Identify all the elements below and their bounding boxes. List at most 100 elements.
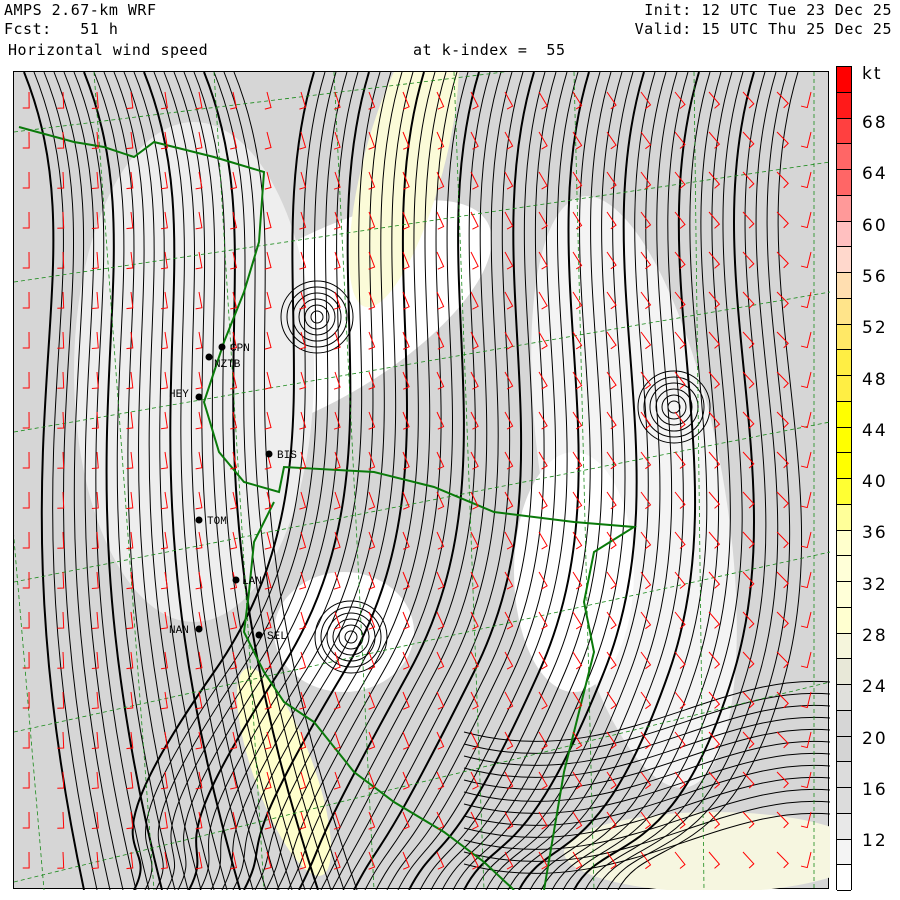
wind-barb bbox=[91, 771, 99, 789]
wind-barb bbox=[470, 331, 479, 350]
colorbar-bin bbox=[837, 221, 851, 248]
wind-barb bbox=[126, 611, 134, 630]
wind-barb bbox=[436, 811, 445, 830]
wind-barb bbox=[57, 851, 65, 869]
colorbar-label: 20 bbox=[862, 728, 888, 749]
wind-barb bbox=[57, 611, 65, 629]
colorbar-bin bbox=[837, 736, 851, 763]
wind-barb bbox=[436, 611, 445, 630]
colorbar-bin bbox=[837, 685, 851, 711]
wind-barb bbox=[57, 691, 65, 709]
wind-barb bbox=[436, 331, 445, 350]
wind-barb bbox=[742, 491, 755, 509]
wind-barb bbox=[91, 571, 99, 589]
wind-barb bbox=[57, 811, 65, 829]
wind-barb bbox=[402, 851, 410, 870]
wind-barb bbox=[776, 731, 789, 749]
wind-barb bbox=[22, 851, 30, 869]
wind-barb bbox=[674, 291, 686, 309]
wind-barb bbox=[800, 571, 812, 589]
wind-barb bbox=[22, 131, 30, 149]
wind-barb bbox=[538, 691, 548, 710]
wind-barb bbox=[800, 171, 812, 189]
wind-barb bbox=[299, 171, 307, 190]
wind-barb bbox=[470, 531, 479, 550]
wind-barb bbox=[800, 371, 812, 389]
station-sel[interactable]: SEL bbox=[255, 631, 287, 643]
colorbar-label: 32 bbox=[862, 574, 888, 595]
colorbar-bin bbox=[837, 170, 851, 196]
wind-barb bbox=[57, 531, 65, 549]
wind-barb bbox=[708, 251, 721, 269]
colorbar-bin bbox=[837, 118, 851, 145]
wind-barb bbox=[22, 91, 30, 109]
wind-barb bbox=[800, 291, 812, 309]
wind-barb bbox=[57, 411, 65, 429]
wind-barb bbox=[800, 611, 812, 629]
wind-barb bbox=[299, 211, 307, 230]
wind-barb bbox=[572, 691, 583, 710]
wind-barb bbox=[22, 251, 30, 269]
wind-barb bbox=[126, 771, 134, 790]
colorbar-bin bbox=[837, 839, 851, 866]
wind-barb bbox=[742, 691, 755, 709]
colorbar-label: 24 bbox=[862, 677, 888, 698]
colorbar-bin bbox=[837, 401, 851, 428]
station-label: CPN bbox=[230, 343, 250, 355]
wind-barb bbox=[800, 771, 812, 789]
colorbar-bin bbox=[837, 427, 851, 454]
wind-barb bbox=[776, 571, 789, 589]
wind-barb bbox=[572, 171, 583, 190]
wind-barb bbox=[470, 651, 479, 670]
wind-barb bbox=[776, 491, 789, 509]
wind-barb bbox=[91, 851, 99, 869]
wind-barb bbox=[402, 571, 410, 590]
wind-barb bbox=[22, 611, 30, 629]
wind-barb bbox=[674, 91, 686, 109]
wind-barb bbox=[160, 811, 168, 830]
station-label: NZTB bbox=[214, 359, 241, 371]
wind-barb bbox=[470, 171, 479, 190]
wind-barb bbox=[504, 771, 514, 790]
wind-barb bbox=[800, 211, 812, 229]
field-name: Horizontal wind speed bbox=[8, 41, 209, 59]
wind-barb bbox=[800, 451, 812, 469]
colorbar-bin bbox=[837, 350, 851, 376]
wind-barb bbox=[160, 691, 168, 710]
colorbar-bin bbox=[837, 865, 851, 891]
wind-barb bbox=[640, 171, 652, 190]
colorbar-bin bbox=[837, 633, 851, 660]
wind-barb bbox=[91, 171, 99, 189]
colorbar-label: 48 bbox=[862, 369, 888, 390]
station-label: LAN bbox=[242, 576, 262, 588]
station-nan[interactable]: NAN bbox=[169, 625, 203, 637]
wind-barb bbox=[640, 131, 652, 150]
init-time: Init: 12 UTC Tue 23 Dec 25 bbox=[644, 1, 892, 19]
wind-barb bbox=[195, 91, 203, 110]
wind-barb bbox=[264, 131, 272, 150]
wind-barb bbox=[436, 491, 445, 510]
streamline bbox=[23, 71, 85, 891]
colorbar-bin bbox=[837, 556, 851, 582]
wind-barb bbox=[299, 531, 307, 550]
wind-barb bbox=[22, 171, 30, 189]
wind-barb bbox=[57, 291, 65, 309]
wind-barb bbox=[470, 291, 479, 310]
wind-barb bbox=[299, 491, 307, 510]
wind-barb bbox=[470, 571, 479, 590]
colorbar-bin bbox=[837, 710, 851, 737]
wind-barb bbox=[742, 171, 755, 189]
colorbar-bin bbox=[837, 530, 851, 557]
wind-barb bbox=[368, 491, 376, 510]
wind-barb bbox=[57, 331, 65, 349]
wind-barb bbox=[800, 331, 812, 349]
wind-barb bbox=[800, 491, 812, 509]
colorbar-bin bbox=[837, 607, 851, 634]
station-label: SEL bbox=[267, 631, 287, 643]
wind-barb bbox=[538, 91, 548, 110]
colorbar-label: 64 bbox=[862, 164, 888, 185]
station-marker-icon bbox=[232, 576, 240, 584]
wind-barb bbox=[776, 651, 789, 669]
wind-barb bbox=[333, 811, 341, 830]
wind-barb bbox=[436, 571, 445, 590]
